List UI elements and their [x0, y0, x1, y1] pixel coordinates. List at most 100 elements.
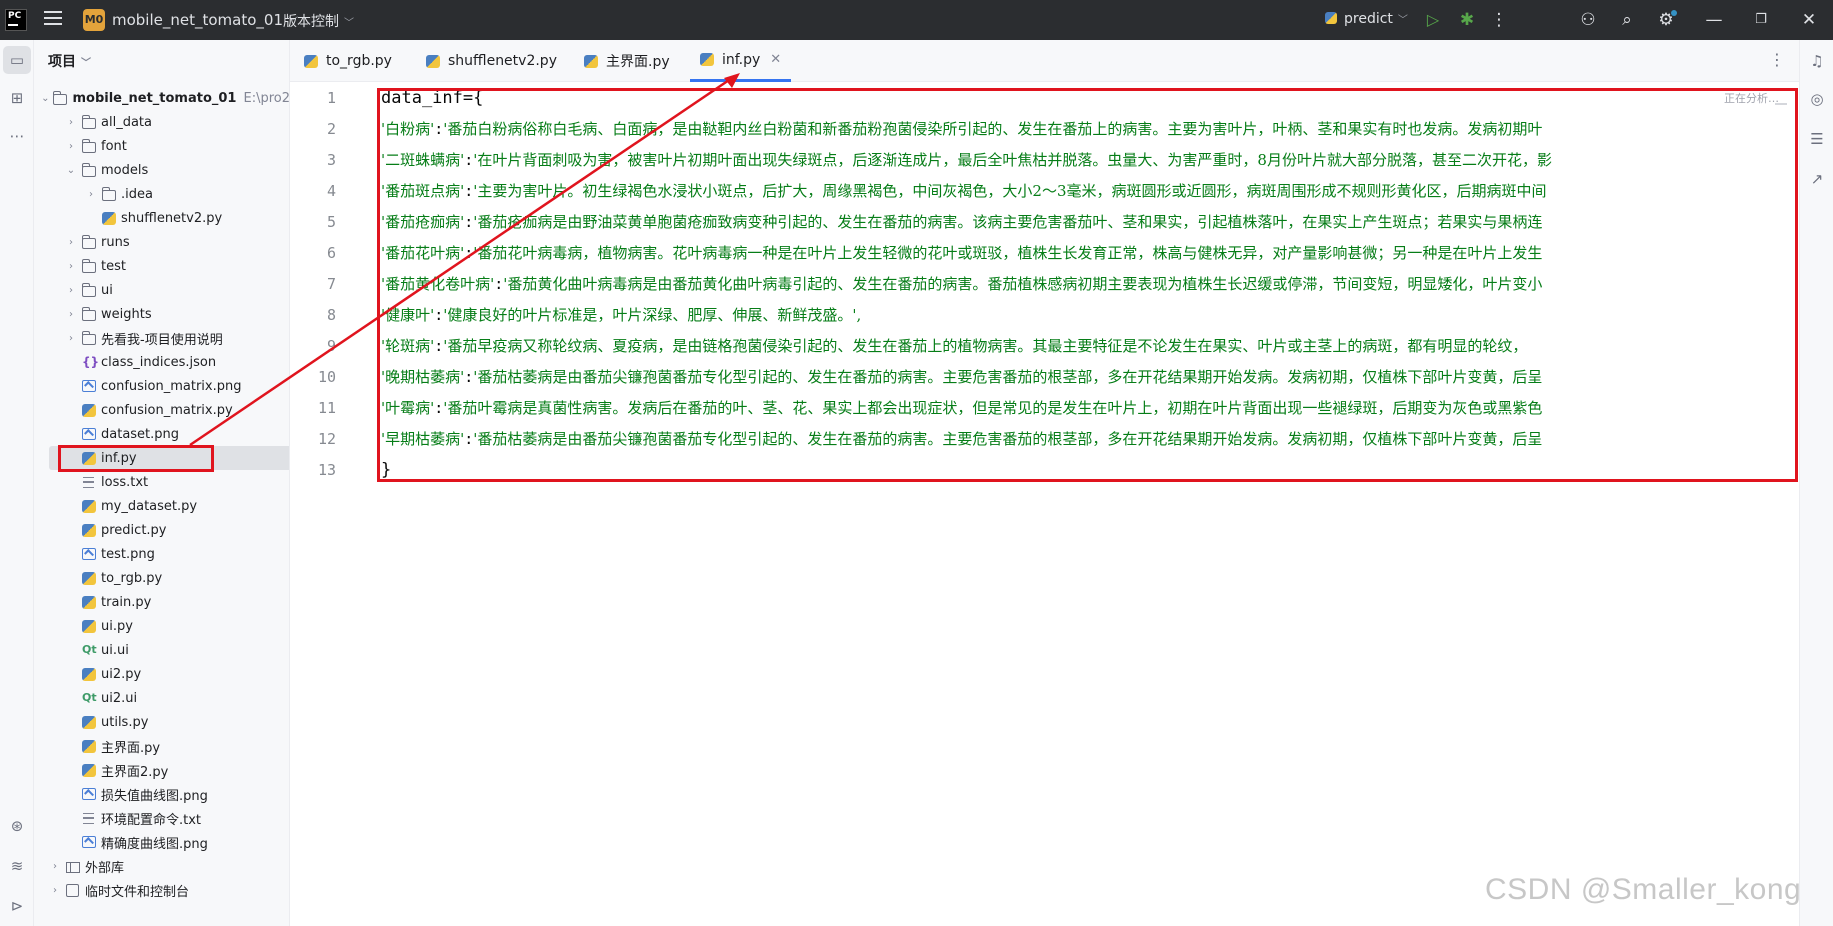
- tree-item[interactable]: › .idea: [34, 182, 289, 206]
- tree-item[interactable]: › test: [34, 254, 289, 278]
- tree-item[interactable]: 环境配置命令.txt: [34, 806, 289, 830]
- line-number: 7: [326, 275, 336, 293]
- ai-assistant-icon[interactable]: ◎: [1806, 88, 1828, 110]
- run-configuration-selector[interactable]: predict ﹀: [1325, 11, 1408, 27]
- code-line[interactable]: '番茄花叶病':'番茄花叶病毒病，植物病害。花叶病毒病一种是在叶片上发生轻微的花…: [381, 238, 1542, 269]
- code-line[interactable]: '早期枯萎病':'番茄枯萎病是由番茄尖镰孢菌番茄专化型引起的、发生在番茄的病害。…: [381, 424, 1542, 455]
- tree-item[interactable]: loss.txt: [34, 470, 289, 494]
- tree-item[interactable]: my_dataset.py: [34, 494, 289, 518]
- tab-inf[interactable]: inf.py ✕: [690, 40, 792, 82]
- debug-icon[interactable]: ✱: [1455, 8, 1479, 32]
- code-line[interactable]: '番茄斑点病':'主要为害叶片。初生绿褐色水浸状小斑点，后扩大，周缘黑褐色，中间…: [381, 176, 1547, 207]
- tree-item[interactable]: 损失值曲线图.png: [34, 782, 289, 806]
- chevron-down-icon[interactable]: ⌄: [64, 165, 78, 176]
- code-line[interactable]: data_inf={: [381, 83, 483, 114]
- more-actions-icon[interactable]: ⋮: [1487, 8, 1511, 32]
- tree-item[interactable]: test.png: [34, 542, 289, 566]
- tree-item[interactable]: 精确度曲线图.png: [34, 830, 289, 854]
- folder-icon: [53, 90, 68, 105]
- chevron-right-icon[interactable]: ›: [64, 333, 78, 344]
- chevron-right-icon[interactable]: ›: [84, 189, 98, 200]
- database-icon[interactable]: ☰: [1806, 128, 1828, 150]
- project-badge[interactable]: M0: [83, 9, 105, 31]
- tree-item[interactable]: › 先看我-项目使用说明: [34, 326, 289, 350]
- project-panel-header[interactable]: 项目 ﹀: [48, 51, 91, 71]
- code-line[interactable]: '番茄黄化卷叶病':'番茄黄化曲叶病毒病是由番茄黄化曲叶病毒引起的、发生在番茄的…: [381, 269, 1542, 300]
- tree-item[interactable]: Qt ui2.ui: [34, 686, 289, 710]
- close-tab-icon[interactable]: ✕: [770, 52, 781, 67]
- chevron-right-icon[interactable]: ›: [64, 261, 78, 272]
- python-packages-icon[interactable]: ⊛: [3, 812, 31, 840]
- tree-item[interactable]: shufflenetv2.py: [34, 206, 289, 230]
- pycharm-logo-icon[interactable]: PC: [5, 9, 27, 31]
- more-tools-icon[interactable]: ⋯: [3, 122, 31, 150]
- search-icon[interactable]: ⌕: [1615, 8, 1639, 32]
- code-line[interactable]: '叶霉病':'番茄叶霉病是真菌性病害。发病后在番茄的叶、茎、花、果实上都会出现症…: [381, 393, 1542, 424]
- code-line[interactable]: '轮斑病':'番茄早疫病又称轮纹病、夏疫病，是由链格孢菌侵染引起的、发生在番茄上…: [381, 331, 1527, 362]
- tree-item[interactable]: to_rgb.py: [34, 566, 289, 590]
- tree-item[interactable]: › font: [34, 134, 289, 158]
- services-icon[interactable]: ⊳: [3, 892, 31, 920]
- code-line[interactable]: '二斑蛛螨病':'在叶片背面刺吸为害，被害叶片初期叶面出现失绿斑点，后逐渐连成片…: [381, 145, 1552, 176]
- left-tool-strip: ▭ ⊞ ⋯ ⊛ ≋ ⊳: [0, 40, 34, 926]
- gear-icon[interactable]: ⚙: [1654, 8, 1678, 32]
- tree-item[interactable]: ⌄ models: [34, 158, 289, 182]
- tree-item[interactable]: Qt ui.ui: [34, 638, 289, 662]
- tree-item[interactable]: ui.py: [34, 614, 289, 638]
- dict-key: '叶霉病': [381, 399, 435, 417]
- tree-item[interactable]: confusion_matrix.py: [34, 398, 289, 422]
- tree-item[interactable]: ui2.py: [34, 662, 289, 686]
- line-number: 1: [326, 89, 336, 107]
- chevron-right-icon[interactable]: ›: [64, 309, 78, 320]
- tree-item[interactable]: › runs: [34, 230, 289, 254]
- structure-icon[interactable]: ⊞: [3, 84, 31, 112]
- chevron-right-icon[interactable]: ›: [64, 285, 78, 296]
- tree-root[interactable]: ⌄ mobile_net_tomato_01 E:\pro2: [34, 86, 289, 110]
- run-icon[interactable]: ▷: [1421, 8, 1445, 32]
- sciview-icon[interactable]: ↗: [1806, 168, 1828, 190]
- project-switcher[interactable]: mobile_net_tomato_01 ﹀: [112, 11, 298, 29]
- tree-item[interactable]: › all_data: [34, 110, 289, 134]
- minimize-icon[interactable]: —: [1702, 8, 1726, 32]
- layers-icon[interactable]: ≋: [3, 852, 31, 880]
- add-user-icon[interactable]: ⚇: [1576, 8, 1600, 32]
- tree-item[interactable]: dataset.png: [34, 422, 289, 446]
- tree-item[interactable]: › weights: [34, 302, 289, 326]
- notifications-icon[interactable]: ♫: [1806, 50, 1828, 72]
- vcs-menu[interactable]: 版本控制 ﹀: [283, 11, 354, 31]
- restore-icon[interactable]: ❐: [1749, 8, 1773, 32]
- code-line[interactable]: }: [381, 455, 391, 486]
- code-editor[interactable]: 1 2 3 4 5 6 7 8 9 10 11 12 13 data_inf={'白粉病':'番茄白粉病…: [290, 83, 1799, 926]
- tabs-more-icon[interactable]: ⋮: [1769, 50, 1785, 69]
- chevron-right-icon[interactable]: ›: [48, 861, 62, 872]
- tree-item-label: to_rgb.py: [101, 570, 163, 586]
- dict-value: '番茄叶霉病是真菌性病害。发病后在番茄的叶、茎、花、果实上都会出现症状，但是常见…: [443, 399, 1543, 417]
- tree-item[interactable]: › ui: [34, 278, 289, 302]
- main-menu-icon[interactable]: [44, 11, 62, 27]
- chevron-right-icon[interactable]: ›: [48, 885, 62, 896]
- close-icon[interactable]: ✕: [1797, 8, 1821, 32]
- tree-item[interactable]: train.py: [34, 590, 289, 614]
- tree-item[interactable]: predict.py: [34, 518, 289, 542]
- code-line[interactable]: '白粉病':'番茄白粉病俗称白毛病、白面病，是由鞑靼内丝白粉菌和新番茄粉孢菌侵染…: [381, 114, 1542, 145]
- code-line[interactable]: '健康叶':'健康良好的叶片标准是，叶片深绿、肥厚、伸展、新鲜茂盛。',: [381, 300, 861, 331]
- tree-item[interactable]: 主界面2.py: [34, 758, 289, 782]
- project-folder-icon[interactable]: ▭: [3, 46, 31, 74]
- tree-item[interactable]: utils.py: [34, 710, 289, 734]
- tree-item[interactable]: inf.py: [49, 446, 289, 470]
- tree-item[interactable]: confusion_matrix.png: [34, 374, 289, 398]
- tab-main-ui[interactable]: 主界面.py: [584, 40, 670, 82]
- tree-item[interactable]: {} class_indices.json: [34, 350, 289, 374]
- code-line[interactable]: '番茄疮痂病':'番茄疮痂病是由野油菜黄单胞菌疮痂致病变种引起的、发生在番茄的病…: [381, 207, 1542, 238]
- tab-shufflenetv2[interactable]: shufflenetv2.py: [426, 40, 557, 82]
- scratches-and-consoles[interactable]: › 临时文件和控制台: [34, 878, 289, 902]
- chevron-down-icon[interactable]: ⌄: [41, 93, 49, 104]
- tab-to-rgb[interactable]: to_rgb.py: [304, 40, 392, 82]
- chevron-right-icon[interactable]: ›: [64, 141, 78, 152]
- code-line[interactable]: '晚期枯萎病':'番茄枯萎病是由番茄尖镰孢菌番茄专化型引起的、发生在番茄的病害。…: [381, 362, 1542, 393]
- external-libraries[interactable]: › 外部库: [34, 854, 289, 878]
- chevron-right-icon[interactable]: ›: [64, 237, 78, 248]
- chevron-right-icon[interactable]: ›: [64, 117, 78, 128]
- tree-item[interactable]: 主界面.py: [34, 734, 289, 758]
- dict-key: '晚期枯萎病': [381, 368, 465, 386]
